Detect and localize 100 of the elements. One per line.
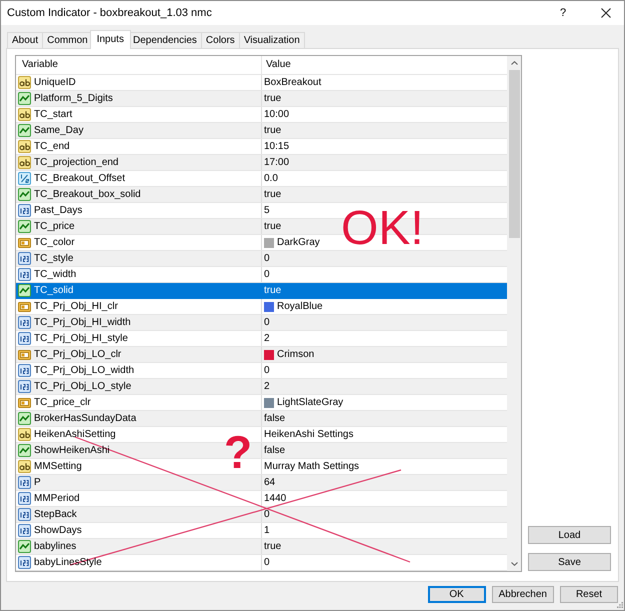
table-row[interactable]: TC_price_clr LightSlateGray <box>16 395 507 411</box>
tab[interactable]: About <box>7 32 44 48</box>
table-row[interactable]: StepBack 0 <box>16 507 507 523</box>
scrollbar-thumb[interactable] <box>508 70 520 238</box>
value-text: BoxBreakout <box>264 76 322 88</box>
bool-type-icon <box>18 188 31 201</box>
resize-grip-icon[interactable] <box>617 602 623 608</box>
value-text: 2 <box>264 380 270 392</box>
column-header: Variable <box>22 59 58 71</box>
table-row[interactable]: TC_Breakout_Offset 0.0 <box>16 171 507 187</box>
variable-name: ShowHeikenAshi <box>34 444 110 456</box>
bool-type-icon <box>18 284 31 297</box>
value-text: true <box>264 220 282 232</box>
integer-type-icon <box>18 380 31 393</box>
table-row[interactable]: TC_start 10:00 <box>16 107 507 123</box>
value-text: 5 <box>264 204 270 216</box>
table-row[interactable]: babylines true <box>16 539 507 555</box>
integer-type-icon <box>18 556 31 569</box>
value-text: false <box>264 444 286 456</box>
bool-type-icon <box>18 124 31 137</box>
variable-name: UniqueID <box>34 76 76 88</box>
table-row[interactable]: Platform_5_Digits true <box>16 91 507 107</box>
table-row[interactable]: UniqueID BoxBreakout <box>16 75 507 91</box>
string-type-icon <box>18 460 31 473</box>
bool-type-icon <box>18 412 31 425</box>
cancel-button[interactable]: Abbrechen <box>492 586 554 603</box>
load-button[interactable]: Load <box>528 526 611 544</box>
variable-name: TC_Prj_Obj_LO_style <box>34 380 132 392</box>
reset-button[interactable]: Reset <box>560 586 618 603</box>
variable-name: ShowDays <box>34 524 82 536</box>
table-row[interactable]: TC_Prj_Obj_LO_style 2 <box>16 379 507 395</box>
variable-name: HeikenAshiSetting <box>34 428 116 440</box>
color-type-icon <box>18 236 31 249</box>
table-row[interactable]: BrokerHasSundayData false <box>16 411 507 427</box>
string-type-icon <box>18 140 31 153</box>
value-text: true <box>264 188 282 200</box>
table-row[interactable]: ShowDays 1 <box>16 523 507 539</box>
table-row[interactable]: TC_Prj_Obj_LO_width 0 <box>16 363 507 379</box>
table-row[interactable]: P 64 <box>16 475 507 491</box>
value-text: 10:00 <box>264 108 290 120</box>
window-title: Custom Indicator - boxbreakout_1.03 nmc <box>7 7 213 19</box>
variable-name: TC_price <box>34 220 75 232</box>
tab[interactable]: Visualization <box>238 32 305 48</box>
save-button[interactable]: Save <box>528 553 611 571</box>
value-text: false <box>264 412 286 424</box>
variable-name: Platform_5_Digits <box>34 92 113 104</box>
table-row[interactable]: Same_Day true <box>16 123 507 139</box>
table-row[interactable]: TC_style 0 <box>16 251 507 267</box>
integer-type-icon <box>18 204 31 217</box>
table-row[interactable]: TC_end 10:15 <box>16 139 507 155</box>
color-type-icon <box>18 396 31 409</box>
ok-button[interactable]: OK <box>428 586 486 603</box>
variable-name: StepBack <box>34 508 77 520</box>
scrollbar[interactable] <box>507 56 521 571</box>
variable-name: TC_style <box>34 252 74 264</box>
integer-type-icon <box>18 492 31 505</box>
bool-type-icon <box>18 444 31 457</box>
integer-type-icon <box>18 476 31 489</box>
table-row[interactable]: TC_width 0 <box>16 267 507 283</box>
integer-type-icon <box>18 316 31 329</box>
variable-name: MMSetting <box>34 460 82 472</box>
value-text: true <box>264 92 282 104</box>
help-button[interactable]: ? <box>552 3 574 23</box>
scroll-down-icon[interactable] <box>510 562 518 566</box>
integer-type-icon <box>18 252 31 265</box>
value-text: 64 <box>264 476 276 488</box>
variable-name: MMPeriod <box>34 492 80 504</box>
variable-name: TC_Prj_Obj_LO_clr <box>34 348 122 360</box>
value-text: DarkGray <box>277 236 320 248</box>
string-type-icon <box>18 156 31 169</box>
value-text: 0 <box>264 364 270 376</box>
table-row[interactable]: MMPeriod 1440 <box>16 491 507 507</box>
variable-name: P <box>34 476 41 488</box>
tab[interactable]: Inputs <box>90 30 131 49</box>
value-text: 0.0 <box>264 172 278 184</box>
table-row[interactable]: TC_Prj_Obj_HI_clr RoyalBlue <box>16 299 507 315</box>
scroll-up-icon[interactable] <box>510 61 518 65</box>
table-row[interactable]: TC_Breakout_box_solid true <box>16 187 507 203</box>
variable-name: TC_Prj_Obj_HI_style <box>34 332 128 344</box>
value-text: 2 <box>264 332 270 344</box>
value-text: 0 <box>264 252 270 264</box>
table-row[interactable]: TC_Prj_Obj_HI_style 2 <box>16 331 507 347</box>
table-row[interactable]: TC_Prj_Obj_HI_width 0 <box>16 315 507 331</box>
variable-name: Same_Day <box>34 124 84 136</box>
bool-type-icon <box>18 540 31 553</box>
variable-name: babylines <box>34 540 76 552</box>
value-text: 0 <box>264 268 270 280</box>
integer-type-icon <box>18 268 31 281</box>
string-type-icon <box>18 428 31 441</box>
table-row[interactable]: TC_Prj_Obj_LO_clr Crimson <box>16 347 507 363</box>
variable-name: TC_width <box>34 268 76 280</box>
table-row[interactable]: TC_projection_end 17:00 <box>16 155 507 171</box>
table-row[interactable]: TC_solid true <box>16 283 507 299</box>
string-type-icon <box>18 108 31 121</box>
variable-name: TC_Breakout_Offset <box>34 172 125 184</box>
value-text: RoyalBlue <box>277 300 323 312</box>
value-text: true <box>264 540 282 552</box>
column-header: Value <box>266 59 291 71</box>
integer-type-icon <box>18 524 31 537</box>
bool-type-icon <box>18 220 31 233</box>
